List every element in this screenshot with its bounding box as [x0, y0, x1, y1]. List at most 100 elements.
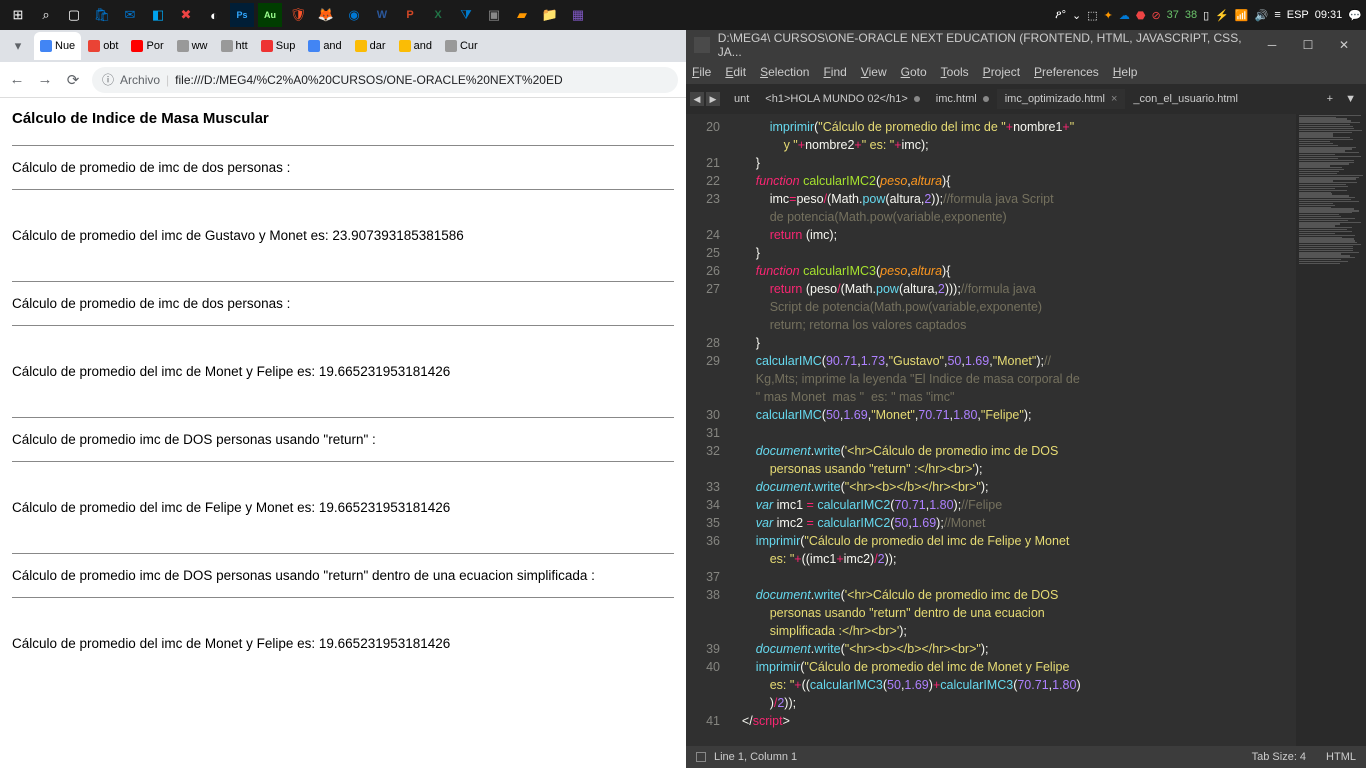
tab-size[interactable]: Tab Size: 4: [1252, 751, 1306, 763]
firefox-icon[interactable]: 🦊: [314, 3, 338, 27]
back-button[interactable]: ←: [8, 71, 26, 89]
language-indicator[interactable]: ESP: [1287, 9, 1309, 21]
menu-preferences[interactable]: Preferences: [1034, 65, 1099, 79]
network-icon[interactable]: ⚡: [1215, 9, 1229, 22]
content-line: Cálculo de promedio de imc de dos person…: [12, 296, 674, 311]
cursor-position: Line 1, Column 1: [714, 751, 797, 763]
system-tray: ዖ° ⌄ ⬚ ✦ ☁ ⬣ ⊘ 37 38 ▯ ⚡ 📶 🔊 ≡ ESP 09:31…: [1055, 9, 1362, 22]
app-icon[interactable]: ◧: [146, 3, 170, 27]
forward-button[interactable]: →: [36, 71, 54, 89]
browser-tab[interactable]: htt: [215, 32, 254, 60]
clock[interactable]: 09:31: [1315, 9, 1343, 21]
tray-icon[interactable]: ✦: [1104, 9, 1113, 22]
tray-icon[interactable]: ዖ°: [1055, 9, 1066, 22]
brave-icon[interactable]: 🛡: [286, 3, 310, 27]
menu-view[interactable]: View: [861, 65, 887, 79]
start-icon[interactable]: ⊞: [6, 3, 30, 27]
tab-prev-button[interactable]: ◀: [690, 92, 704, 106]
wifi-icon[interactable]: 📶: [1235, 9, 1249, 22]
reload-button[interactable]: ⟳: [64, 71, 82, 89]
browser-tab[interactable]: ww: [171, 32, 214, 60]
line-numbers: 20 212223 24252627 2829 303132 33343536 …: [686, 114, 728, 746]
editor-tab[interactable]: imc_optimizado.html×: [997, 89, 1126, 109]
sublime-icon[interactable]: ▰: [510, 3, 534, 27]
tab-search-icon[interactable]: ▾: [6, 34, 30, 58]
excel-icon[interactable]: X: [426, 3, 450, 27]
search-icon[interactable]: ⌕: [34, 3, 58, 27]
explorer-icon[interactable]: 📁: [538, 3, 562, 27]
editor[interactable]: 20 212223 24252627 2829 303132 33343536 …: [686, 114, 1366, 746]
menu-tools[interactable]: Tools: [941, 65, 969, 79]
menu-help[interactable]: Help: [1113, 65, 1138, 79]
notifications-icon[interactable]: 💬: [1348, 9, 1362, 22]
content-line: Cálculo de promedio del imc de Felipe y …: [12, 500, 674, 515]
volume-icon[interactable]: 🔊: [1255, 9, 1269, 22]
page-title: Cálculo de Indice de Masa Muscular: [12, 110, 674, 127]
sublime-window: D:\MEG4\ CURSOS\ONE-ORACLE NEXT EDUCATIO…: [686, 30, 1366, 768]
panel-toggle-icon[interactable]: [696, 752, 706, 762]
file-icon: ⓘ: [102, 71, 114, 88]
onedrive-icon[interactable]: ☁: [1119, 9, 1130, 22]
url-text: file:///D:/MEG4/%C2%A0%20CURSOS/ONE-ORAC…: [175, 73, 562, 87]
edge-icon[interactable]: ◉: [342, 3, 366, 27]
menu-file[interactable]: File: [692, 65, 711, 79]
browser-tab[interactable]: Por: [125, 32, 169, 60]
close-button[interactable]: ✕: [1330, 34, 1358, 56]
browser-tab[interactable]: Nue: [34, 32, 81, 60]
photoshop-icon[interactable]: Ps: [230, 3, 254, 27]
tray-icon[interactable]: ≡: [1274, 9, 1280, 21]
browser-tab[interactable]: Sup: [255, 32, 302, 60]
content-line: Cálculo de promedio imc de DOS personas …: [12, 568, 674, 583]
url-prefix: Archivo: [120, 73, 160, 87]
windows-taskbar: ⊞ ⌕ ▢ 🛍 ✉ ◧ ✖ ◐ Ps Au 🛡 🦊 ◉ W P X ⧩ ▣ ▰ …: [0, 0, 1366, 30]
tray-icon[interactable]: ⬚: [1087, 9, 1097, 22]
chevron-up-icon[interactable]: ⌄: [1072, 9, 1081, 22]
editor-tab[interactable]: <h1>HOLA MUNDO 02</h1>: [757, 89, 927, 109]
tray-icon[interactable]: ▯: [1203, 9, 1209, 22]
tray-number: 37: [1167, 9, 1179, 21]
syntax-mode[interactable]: HTML: [1326, 751, 1356, 763]
content-line: Cálculo de promedio de imc de dos person…: [12, 160, 674, 175]
app-icon[interactable]: ◐: [202, 3, 226, 27]
browser-tab[interactable]: and: [302, 32, 347, 60]
tab-menu-button[interactable]: ▼: [1339, 93, 1362, 105]
browser-tab[interactable]: dar: [349, 32, 392, 60]
browser-tab[interactable]: Cur: [439, 32, 484, 60]
minimize-button[interactable]: ─: [1258, 34, 1286, 56]
browser-tab[interactable]: and: [393, 32, 438, 60]
vscode-icon[interactable]: ⧩: [454, 3, 478, 27]
tray-number: 38: [1185, 9, 1197, 21]
tab-next-button[interactable]: ▶: [706, 92, 720, 106]
editor-tab[interactable]: _con_el_usuario.html: [1125, 89, 1246, 109]
minimap[interactable]: [1296, 114, 1366, 746]
url-input[interactable]: ⓘ Archivo | file:///D:/MEG4/%C2%A0%20CUR…: [92, 67, 678, 93]
tray-icon[interactable]: ⬣: [1136, 9, 1146, 22]
powerpoint-icon[interactable]: P: [398, 3, 422, 27]
audition-icon[interactable]: Au: [258, 3, 282, 27]
chrome-window: ▾ NueobtPorwwhttSupanddarandCur ← → ⟳ ⓘ …: [0, 30, 686, 768]
browser-tab[interactable]: obt: [82, 32, 124, 60]
menu-project[interactable]: Project: [983, 65, 1020, 79]
editor-tab[interactable]: imc.html: [928, 89, 997, 109]
window-title: D:\MEG4\ CURSOS\ONE-ORACLE NEXT EDUCATIO…: [718, 31, 1258, 59]
content-line: Cálculo de promedio del imc de Monet y F…: [12, 636, 674, 651]
statusbar: Line 1, Column 1 Tab Size: 4 HTML: [686, 746, 1366, 768]
new-tab-button[interactable]: +: [1321, 93, 1339, 105]
content-line: Cálculo de promedio imc de DOS personas …: [12, 432, 674, 447]
app-icon[interactable]: ▣: [482, 3, 506, 27]
x-icon[interactable]: ✖: [174, 3, 198, 27]
menu-selection[interactable]: Selection: [760, 65, 809, 79]
menu-edit[interactable]: Edit: [725, 65, 746, 79]
task-view-icon[interactable]: ▢: [62, 3, 86, 27]
code-area[interactable]: imprimir("Cálculo de promedio del imc de…: [728, 114, 1296, 746]
store-icon[interactable]: 🛍: [90, 3, 114, 27]
maximize-button[interactable]: ☐: [1294, 34, 1322, 56]
menu-goto[interactable]: Goto: [901, 65, 927, 79]
word-icon[interactable]: W: [370, 3, 394, 27]
mail-icon[interactable]: ✉: [118, 3, 142, 27]
tab-strip: ▾ NueobtPorwwhttSupanddarandCur: [0, 30, 686, 62]
editor-tab[interactable]: unt: [726, 89, 757, 109]
menu-find[interactable]: Find: [823, 65, 846, 79]
app-icon[interactable]: ▦: [566, 3, 590, 27]
tray-icon[interactable]: ⊘: [1151, 9, 1160, 22]
